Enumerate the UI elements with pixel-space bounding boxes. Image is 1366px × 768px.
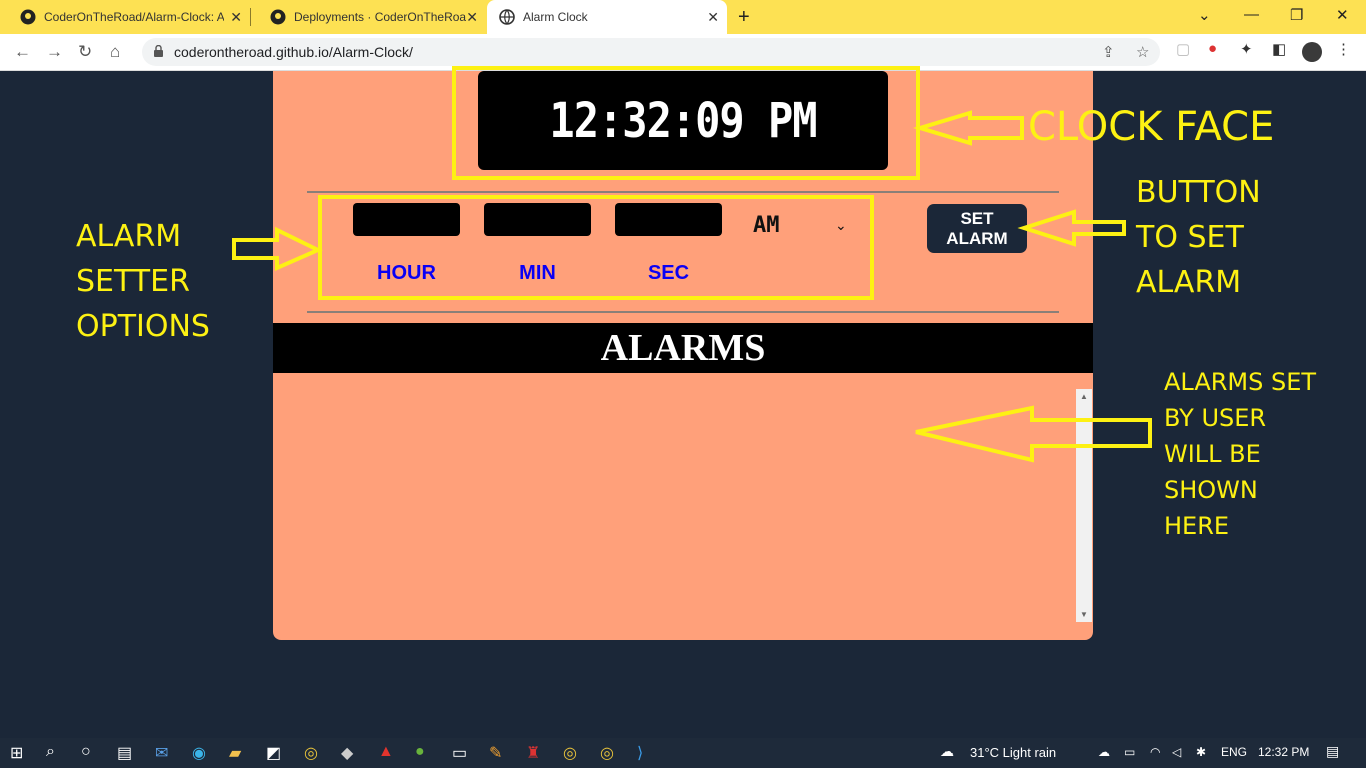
- home-icon[interactable]: ⌂: [110, 42, 120, 62]
- close-tab-icon[interactable]: ✕: [466, 9, 478, 26]
- close-tab-icon[interactable]: ✕: [230, 9, 242, 26]
- task-view-icon[interactable]: ▤: [117, 743, 132, 763]
- alarm-list-scrollbar[interactable]: ▲ ▼: [1076, 389, 1092, 622]
- restore-icon[interactable]: ❐: [1290, 6, 1303, 24]
- alarms-heading-bar: ALARMS: [273, 323, 1093, 373]
- new-tab-icon[interactable]: +: [738, 6, 750, 29]
- scroll-down-icon[interactable]: ▼: [1080, 610, 1088, 619]
- tab-search-chevron-icon[interactable]: ⌄: [1198, 6, 1211, 24]
- clock-face-highlight-box: [452, 66, 920, 180]
- file-explorer-icon[interactable]: ▰: [229, 743, 241, 763]
- bookmark-star-icon[interactable]: ☆: [1136, 43, 1149, 61]
- address-bar[interactable]: coderontheroad.github.io/Alarm-Clock/ ⇪ …: [142, 38, 1160, 66]
- annotation-clock-face: CLOCK FACE: [1028, 104, 1275, 150]
- extension-icon[interactable]: ▢: [1176, 40, 1190, 58]
- back-icon[interactable]: ←: [14, 42, 31, 62]
- tab-title: CoderOnTheRoad/Alarm-Clock: A: [44, 10, 224, 24]
- alarms-heading: ALARMS: [600, 327, 766, 369]
- url-text: coderontheroad.github.io/Alarm-Clock/: [174, 44, 413, 60]
- divider: [307, 311, 1059, 313]
- windows-taskbar: ⊞ ⌕ ○ ▤ ✉ ◉ ▰ ◩ ◎ ◆ ▲ ● ▭ ✎ ♜ ◎ ◎ ⟩ ☁ 31…: [0, 738, 1366, 768]
- avatar[interactable]: [1302, 42, 1322, 62]
- divider: [307, 191, 1059, 193]
- extensions-puzzle-icon[interactable]: ✦: [1240, 40, 1253, 58]
- lock-icon: [154, 45, 163, 57]
- edge-icon[interactable]: ◉: [192, 743, 206, 763]
- alarm-setter-highlight-box: [318, 195, 874, 300]
- close-tab-icon[interactable]: ✕: [707, 9, 719, 26]
- alarm-list[interactable]: [273, 389, 1093, 622]
- annotation-line: HERE: [1164, 512, 1230, 540]
- tab-alarm-clock-repo[interactable]: CoderOnTheRoad/Alarm-Clock: A ✕: [0, 0, 250, 34]
- annotation-line: TO SET: [1136, 220, 1244, 255]
- wifi-icon[interactable]: ◠: [1150, 745, 1160, 759]
- chrome-icon[interactable]: ◎: [304, 743, 318, 763]
- clock-tray[interactable]: 12:32 PM: [1258, 745, 1309, 759]
- annotation-line: ALARMS SET: [1164, 368, 1317, 396]
- app-icon[interactable]: ♜: [526, 743, 540, 763]
- annotation-line: BUTTON: [1136, 175, 1261, 210]
- github-icon: [20, 9, 36, 25]
- chrome-icon[interactable]: ◎: [563, 743, 577, 763]
- side-panel-icon[interactable]: ◧: [1272, 40, 1286, 58]
- app-icon[interactable]: ◆: [341, 743, 353, 763]
- search-icon[interactable]: ⌕: [46, 743, 55, 761]
- minimize-icon[interactable]: —: [1244, 6, 1259, 23]
- browser-tab-bar: CoderOnTheRoad/Alarm-Clock: A ✕ Deployme…: [0, 0, 1366, 34]
- terminal-icon[interactable]: ▭: [452, 743, 467, 763]
- annotation-line: BY USER: [1164, 404, 1267, 432]
- annotation-line: ALARM: [76, 219, 182, 254]
- weather-text[interactable]: 31°C Light rain: [970, 745, 1056, 760]
- annotation-alarms-list: ALARMS SET BY USER WILL BE SHOWN HERE: [1164, 364, 1316, 544]
- chrome-icon[interactable]: ◎: [600, 743, 614, 763]
- color-picker-extension-icon[interactable]: ●: [1208, 40, 1217, 57]
- annotation-alarm-setter: ALARM SETTER OPTIONS: [76, 214, 210, 349]
- globe-icon: [499, 9, 515, 25]
- language-indicator[interactable]: ENG: [1221, 745, 1247, 759]
- tab-deployments[interactable]: Deployments · CoderOnTheRoad ✕: [250, 0, 486, 34]
- set-alarm-button[interactable]: SET ALARM: [927, 204, 1027, 253]
- annotation-set-button: BUTTON TO SET ALARM: [1136, 170, 1261, 305]
- forward-icon[interactable]: →: [46, 42, 63, 62]
- annotation-line: ALARM: [1136, 265, 1242, 300]
- scroll-up-icon[interactable]: ▲: [1080, 392, 1088, 401]
- mail-icon[interactable]: ✉: [155, 743, 168, 763]
- windows-start-icon[interactable]: ⊞: [10, 743, 23, 763]
- battery-icon[interactable]: ▭: [1124, 745, 1135, 759]
- bluetooth-icon[interactable]: ✱: [1196, 745, 1206, 759]
- feedback-icon[interactable]: ◩: [266, 743, 281, 763]
- reload-icon[interactable]: ↻: [78, 42, 92, 62]
- volume-icon[interactable]: ◁: [1172, 745, 1181, 759]
- onedrive-icon[interactable]: ☁: [1098, 745, 1110, 759]
- annotation-line: SETTER: [76, 264, 190, 299]
- annotation-line: OPTIONS: [76, 309, 210, 344]
- close-window-icon[interactable]: ✕: [1336, 6, 1349, 24]
- utorrent-icon[interactable]: ●: [415, 743, 425, 761]
- vscode-icon[interactable]: ⟩: [637, 743, 643, 763]
- notifications-icon[interactable]: ▤: [1326, 743, 1339, 760]
- set-alarm-label: SET ALARM: [946, 209, 1008, 248]
- pdf-reader-icon[interactable]: ▲: [378, 743, 394, 761]
- annotation-line: SHOWN: [1164, 476, 1258, 504]
- paint-icon[interactable]: ✎: [489, 743, 502, 763]
- share-icon[interactable]: ⇪: [1102, 43, 1115, 61]
- cortana-icon[interactable]: ○: [81, 743, 91, 761]
- annotation-line: WILL BE: [1164, 440, 1261, 468]
- github-icon: [270, 9, 286, 25]
- menu-kebab-icon[interactable]: ⋮: [1336, 40, 1351, 58]
- tab-title: Deployments · CoderOnTheRoad: [294, 10, 466, 24]
- tab-title: Alarm Clock: [523, 10, 588, 24]
- tab-alarm-clock[interactable]: Alarm Clock ✕: [487, 0, 727, 34]
- weather-icon[interactable]: ☁: [940, 743, 954, 760]
